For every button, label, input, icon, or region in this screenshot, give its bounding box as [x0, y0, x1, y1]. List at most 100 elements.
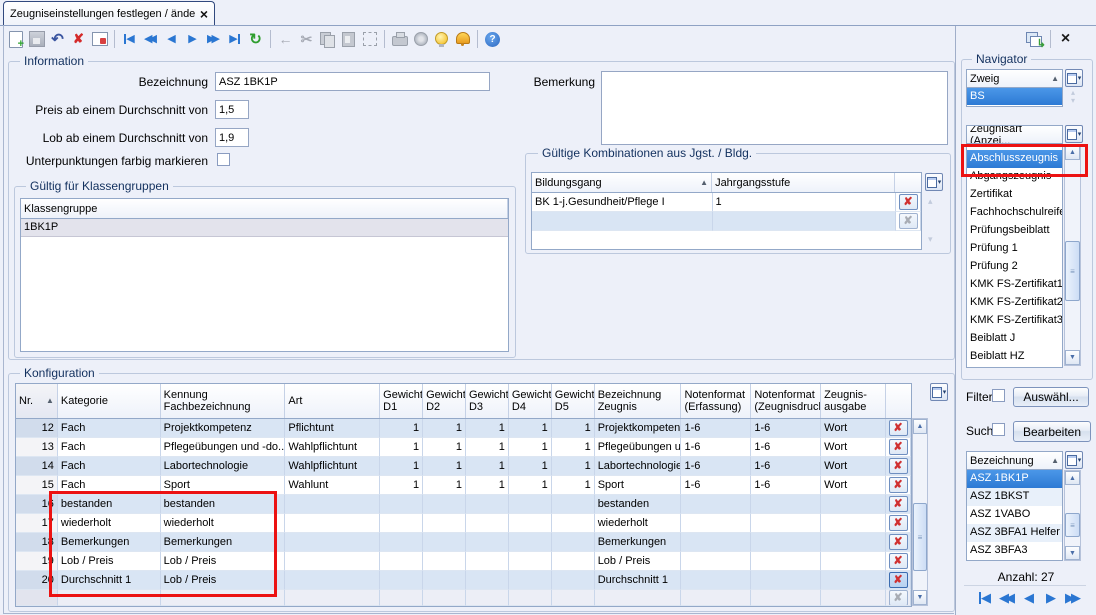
cell-gewicht-d4: [509, 514, 552, 533]
col-header-bezeichnung-zeugnis[interactable]: Bezeichnung Zeugnis: [595, 384, 682, 418]
scroll-down-button[interactable]: ▼: [913, 590, 927, 605]
col-header-kategorie[interactable]: Kategorie: [58, 384, 161, 418]
zweig-item[interactable]: BS: [967, 88, 1062, 105]
zeugnisart-item[interactable]: Prüfung 1: [967, 240, 1062, 258]
col-header-gewicht-d3[interactable]: Gewicht D3: [466, 384, 509, 418]
bezeichnung-input[interactable]: [215, 72, 490, 91]
cell-kategorie: Fach: [58, 476, 161, 495]
fast-prior-button[interactable]: ◀◀: [997, 589, 1017, 606]
column-picker-button[interactable]: ▾: [1065, 69, 1083, 87]
zeugnisart-item[interactable]: KMK FS-Zertifikat2: [967, 294, 1062, 312]
scroll-thumb[interactable]: ≡: [913, 503, 927, 571]
column-picker-button[interactable]: ▾: [925, 173, 943, 191]
scroll-thumb[interactable]: ≡: [1065, 241, 1080, 301]
cell-kategorie: wiederholt: [58, 514, 161, 533]
zeugnisart-item[interactable]: Zertifikat: [967, 186, 1062, 204]
col-header-zeugnisausgabe[interactable]: Zeugnis- ausgabe: [821, 384, 886, 418]
delete-row-button[interactable]: ✘: [889, 553, 908, 569]
zeugnisart-item[interactable]: KMK FS-Zertifikat3: [967, 312, 1062, 330]
delete-row-button[interactable]: ✘: [899, 194, 918, 210]
delete-row-button[interactable]: ✘: [889, 572, 908, 588]
fast-next-button[interactable]: ▶▶: [1063, 589, 1083, 606]
preis-input[interactable]: [215, 100, 249, 119]
delete-row-button[interactable]: ✘: [889, 420, 908, 436]
col-header-gewicht-d4[interactable]: Gewicht D4: [509, 384, 552, 418]
lob-input[interactable]: [215, 128, 249, 147]
zeugnisart-item[interactable]: Beiblatt HZ: [967, 348, 1062, 366]
zeugnisart-item[interactable]: KMK FS-Zertifikat1: [967, 276, 1062, 294]
col-header-zeugnisart[interactable]: Zeugnisart (Anzei...: [967, 126, 1062, 143]
cell-kennung-fachbezeichnung: Pflegeübungen und -do...: [161, 438, 286, 457]
first-record-button[interactable]: ◀: [975, 589, 995, 606]
zeugnisart-item-label: Prüfung 2: [970, 260, 1018, 272]
cell-notenformat-erfassung: [681, 533, 751, 552]
zeugnisart-item[interactable]: Abgangszeugnis: [967, 168, 1062, 186]
suche-edit-button[interactable]: Bearbeiten: [1013, 421, 1091, 442]
delete-row-button[interactable]: ✘: [889, 439, 908, 455]
col-header-kennung[interactable]: Kennung Fachbezeichnung: [161, 384, 286, 418]
bezeichnung-item[interactable]: ASZ 3BFA3: [967, 542, 1062, 560]
bezeichnung-item[interactable]: ASZ 3BFA1 Helfer: [967, 524, 1062, 542]
zeugnisart-item[interactable]: Prüfung 2: [967, 258, 1062, 276]
col-header-klassengruppe[interactable]: Klassengruppe: [21, 199, 508, 218]
anzahl-label: Anzahl: 27: [961, 570, 1091, 584]
bezeichnung-scrollbar[interactable]: ▲ ≡ ▼: [1064, 470, 1081, 561]
scroll-up-button[interactable]: ▲: [913, 419, 927, 434]
filter-checkbox[interactable]: [992, 389, 1005, 402]
cell-nr: 19: [16, 552, 58, 571]
next-record-button[interactable]: ▶: [1041, 589, 1061, 606]
scroll-down-button[interactable]: ▼: [1065, 546, 1080, 560]
zeugnisart-item[interactable]: Beiblatt J: [967, 330, 1062, 348]
col-header-notenformat-erfassung[interactable]: Notenformat (Erfassung): [681, 384, 751, 418]
close-panel-icon[interactable]: ×: [1055, 29, 1076, 49]
column-picker-button[interactable]: ▾: [1065, 451, 1083, 469]
zeugnisart-item[interactable]: Abschlusszeugnis: [967, 150, 1062, 168]
konfiguration-scrollbar[interactable]: ▲ ≡ ▼: [912, 418, 928, 606]
prior-record-button[interactable]: ◀: [1019, 589, 1039, 606]
tab-close-icon[interactable]: ×: [200, 8, 208, 20]
delete-row-button[interactable]: ✘: [889, 477, 908, 493]
panel-controls: ↳ ×: [1024, 26, 1076, 52]
scroll-down-button[interactable]: ▼: [1065, 350, 1080, 365]
detach-window-icon[interactable]: ↳: [1024, 29, 1046, 49]
col-header-gewicht-d1[interactable]: Gewicht D1: [380, 384, 423, 418]
bezeichnung-item[interactable]: ASZ 1VABO: [967, 506, 1062, 524]
cell-gewicht-d5: [552, 495, 595, 514]
zeugnisart-item[interactable]: Fachhochschulreife: [967, 204, 1062, 222]
col-header-art[interactable]: Art: [285, 384, 380, 418]
cell-gewicht-d4: 1: [509, 419, 552, 438]
col-header-bezeichnung[interactable]: Bezeichnung▲: [967, 452, 1062, 469]
scroll-up-button[interactable]: ▲: [1065, 145, 1080, 160]
col-header-gewicht-d2[interactable]: Gewicht D2: [423, 384, 466, 418]
col-header-delete: [895, 173, 921, 192]
bezeichnung-item[interactable]: ASZ 1BK1P: [967, 470, 1062, 488]
zeugnisart-scrollbar[interactable]: ▲ ≡ ▼: [1064, 144, 1081, 366]
scroll-thumb[interactable]: ≡: [1065, 513, 1080, 537]
column-picker-button[interactable]: ▾: [930, 383, 948, 401]
scroll-up-button[interactable]: ▲: [1065, 471, 1080, 485]
delete-row-button[interactable]: ✘: [889, 458, 908, 474]
col-header-zweig[interactable]: Zweig▲: [967, 70, 1062, 87]
cell-notenformat-zeugnisdruck: [751, 552, 821, 571]
column-picker-button[interactable]: ▾: [1065, 125, 1083, 143]
suche-checkbox[interactable]: [992, 423, 1005, 436]
tab-zeugniseinstellungen[interactable]: Zeugniseinstellungen festlegen / ändern …: [3, 1, 215, 25]
delete-row-button[interactable]: ✘: [889, 515, 908, 531]
col-header-notenformat-zeugnisdruck[interactable]: Notenformat (Zeugnisdruck): [751, 384, 821, 418]
col-header-jahrgangsstufe[interactable]: Jahrgangsstufe: [712, 173, 895, 192]
cell-gewicht-d3: 1: [466, 419, 509, 438]
col-header-bildungsgang[interactable]: Bildungsgang▲: [532, 173, 712, 192]
bemerkung-textarea[interactable]: [601, 71, 948, 145]
col-header-nr[interactable]: Nr.▲: [16, 384, 58, 418]
table-row: 20Durchschnitt 1Lob / PreisDurchschnitt …: [16, 571, 911, 590]
unterpunktungen-checkbox[interactable]: [217, 153, 230, 166]
delete-row-button[interactable]: ✘: [889, 496, 908, 512]
table-row: 16bestandenbestandenbestanden✘: [16, 495, 911, 514]
delete-row-button[interactable]: ✘: [889, 534, 908, 550]
col-header-gewicht-d5[interactable]: Gewicht D5: [552, 384, 595, 418]
filter-select-button[interactable]: Auswähl...: [1013, 387, 1089, 407]
bezeichnung-item[interactable]: ASZ 1BKST: [967, 488, 1062, 506]
zeugnisart-item[interactable]: Prüfungsbeiblatt: [967, 222, 1062, 240]
zeugnisart-item-label: Abschlusszeugnis: [970, 152, 1058, 164]
klassengruppe-item[interactable]: 1BK1P: [21, 219, 508, 237]
